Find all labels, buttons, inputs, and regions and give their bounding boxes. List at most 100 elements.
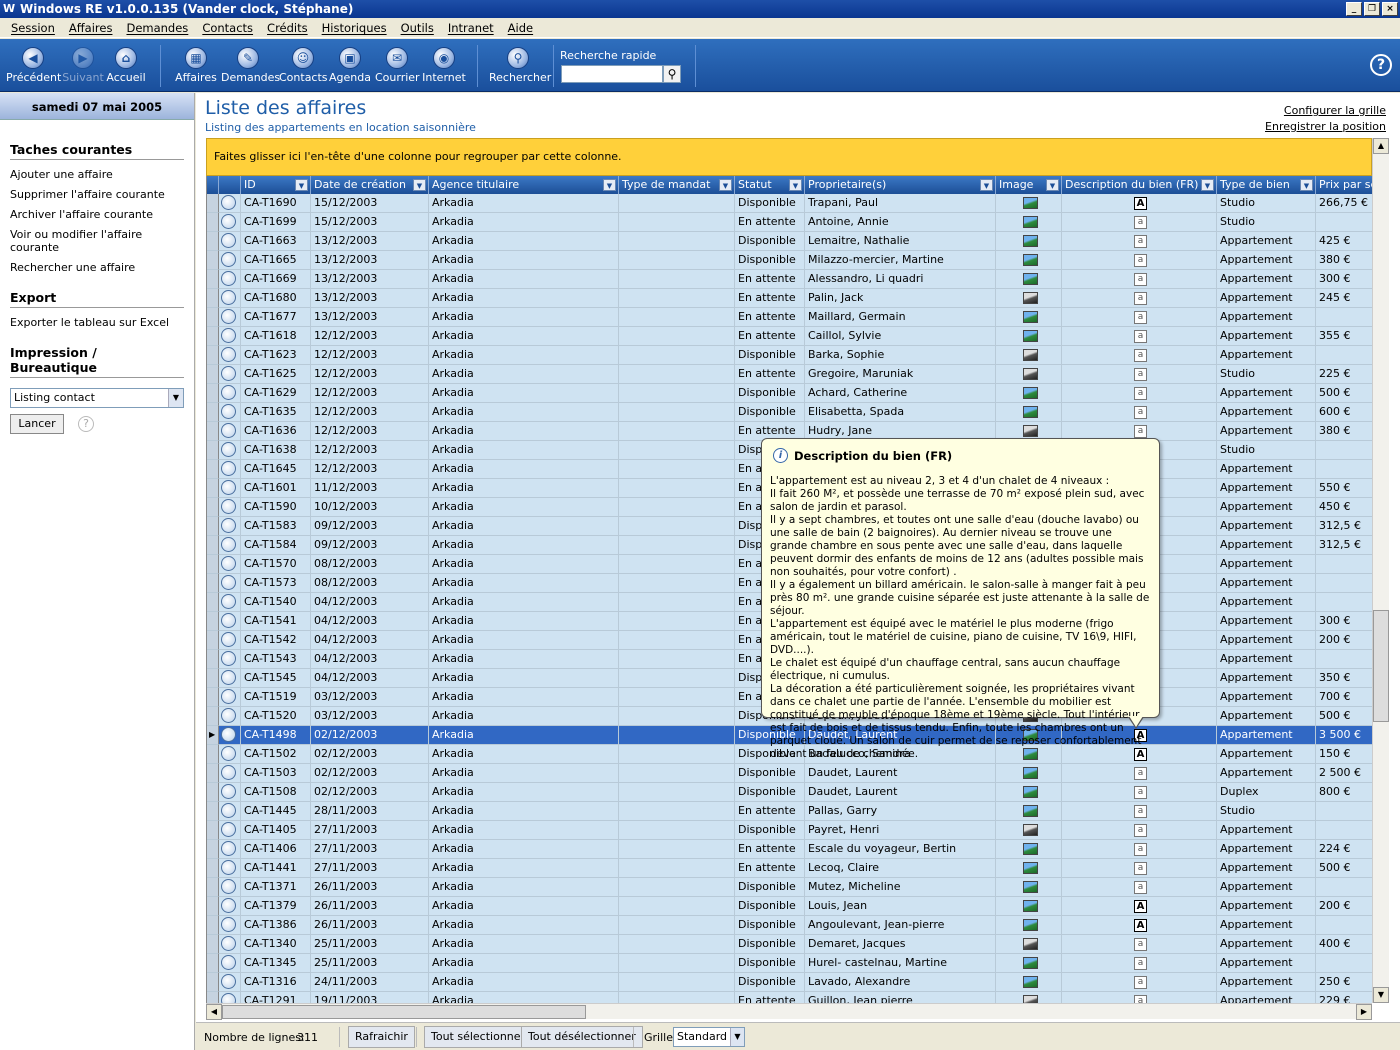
text-description-icon[interactable]: a <box>1134 881 1147 894</box>
column-filter-icon[interactable]: ▼ <box>413 179 426 191</box>
quick-search-button[interactable]: ⚲ <box>663 65 681 83</box>
text-description-icon[interactable]: a <box>1134 292 1147 305</box>
column-header[interactable]: Agence titulaire ▼ <box>429 176 619 194</box>
row-indicator[interactable] <box>207 479 219 498</box>
row-indicator[interactable] <box>207 403 219 422</box>
row-indicator[interactable] <box>207 802 219 821</box>
zoom-icon[interactable] <box>221 689 236 704</box>
row-zoom-cell[interactable] <box>219 821 241 840</box>
row-zoom-cell[interactable] <box>219 479 241 498</box>
row-indicator[interactable] <box>207 688 219 707</box>
export-excel-link[interactable]: Exporter le tableau sur Excel <box>10 316 184 329</box>
row-indicator[interactable] <box>207 232 219 251</box>
text-description-icon[interactable]: a <box>1134 767 1147 780</box>
text-description-icon[interactable]: a <box>1134 938 1147 951</box>
zoom-icon[interactable] <box>221 480 236 495</box>
row-indicator[interactable] <box>207 897 219 916</box>
zoom-icon[interactable] <box>221 765 236 780</box>
row-indicator[interactable] <box>207 840 219 859</box>
row-zoom-cell[interactable] <box>219 194 241 213</box>
zoom-icon[interactable] <box>221 537 236 552</box>
photo-icon[interactable] <box>1022 843 1038 855</box>
zoom-icon[interactable] <box>221 917 236 932</box>
text-description-icon[interactable]: a <box>1134 216 1147 229</box>
text-description-icon[interactable]: a <box>1134 330 1147 343</box>
select-all-button[interactable]: Tout sélectionner <box>424 1026 533 1048</box>
row-indicator[interactable] <box>207 498 219 517</box>
zoom-icon[interactable] <box>221 461 236 476</box>
menu-historiques[interactable]: Historiques <box>315 18 394 37</box>
photo-icon[interactable] <box>1022 976 1038 988</box>
table-row[interactable]: CA-T1677 13/12/2003 Arkadia En attente Maill… <box>207 308 1372 327</box>
row-zoom-cell[interactable] <box>219 764 241 783</box>
photo-icon[interactable] <box>1022 995 1038 1003</box>
row-indicator[interactable] <box>207 555 219 574</box>
zoom-icon[interactable] <box>221 936 236 951</box>
row-indicator[interactable] <box>207 213 219 232</box>
zoom-icon[interactable] <box>221 898 236 913</box>
zoom-icon[interactable] <box>221 651 236 666</box>
deselect-all-button[interactable]: Tout désélectionner <box>521 1026 643 1048</box>
table-row[interactable]: CA-T1665 13/12/2003 Arkadia Disponible Milaz… <box>207 251 1372 270</box>
text-description-icon[interactable]: A <box>1134 919 1147 932</box>
text-description-icon[interactable]: a <box>1134 843 1147 856</box>
row-indicator[interactable] <box>207 669 219 688</box>
row-zoom-cell[interactable] <box>219 232 241 251</box>
row-zoom-cell[interactable] <box>219 593 241 612</box>
row-indicator[interactable] <box>207 422 219 441</box>
agenda-button[interactable]: ▣ Agenda <box>329 39 371 92</box>
row-indicator[interactable] <box>207 612 219 631</box>
row-zoom-cell[interactable] <box>219 802 241 821</box>
row-indicator[interactable] <box>207 821 219 840</box>
table-row[interactable]: CA-T1699 15/12/2003 Arkadia En attente Antoi… <box>207 213 1372 232</box>
photo-icon[interactable] <box>1022 216 1038 228</box>
row-indicator[interactable] <box>207 365 219 384</box>
row-zoom-cell[interactable] <box>219 935 241 954</box>
configure-grid-link[interactable]: Configurer la grille <box>1284 104 1386 117</box>
table-row[interactable]: CA-T1340 25/11/2003 Arkadia Disponible Demar… <box>207 935 1372 954</box>
text-description-icon[interactable]: a <box>1134 311 1147 324</box>
table-row[interactable]: CA-T1345 25/11/2003 Arkadia Disponible Hurel… <box>207 954 1372 973</box>
row-zoom-cell[interactable] <box>219 897 241 916</box>
row-zoom-cell[interactable] <box>219 574 241 593</box>
zoom-icon[interactable] <box>221 632 236 647</box>
photo-icon[interactable] <box>1022 862 1038 874</box>
column-filter-icon[interactable]: ▼ <box>789 179 802 191</box>
row-indicator[interactable] <box>207 574 219 593</box>
row-zoom-cell[interactable] <box>219 289 241 308</box>
table-row[interactable]: CA-T1291 19/11/2003 Arkadia En attente Guill… <box>207 992 1372 1003</box>
zoom-icon[interactable] <box>221 442 236 457</box>
horizontal-scrollbar[interactable]: ◀ ▶ <box>206 1003 1372 1020</box>
column-header[interactable]: Proprietaire(s) ▼ <box>805 176 996 194</box>
text-description-icon[interactable]: a <box>1134 349 1147 362</box>
row-zoom-cell[interactable] <box>219 688 241 707</box>
row-indicator[interactable] <box>207 935 219 954</box>
photo-icon[interactable] <box>1022 767 1038 779</box>
table-row[interactable]: CA-T1680 13/12/2003 Arkadia En attente Palin… <box>207 289 1372 308</box>
restore-button[interactable]: ❐ <box>1364 2 1380 16</box>
zoom-icon[interactable] <box>221 309 236 324</box>
row-zoom-cell[interactable] <box>219 783 241 802</box>
row-zoom-cell[interactable] <box>219 916 241 935</box>
photo-icon[interactable] <box>1022 406 1038 418</box>
menu-outils[interactable]: Outils <box>394 18 441 37</box>
row-indicator[interactable] <box>207 916 219 935</box>
zoom-icon[interactable] <box>221 556 236 571</box>
zoom-column-header[interactable] <box>219 176 241 194</box>
text-description-icon[interactable]: a <box>1134 805 1147 818</box>
row-zoom-cell[interactable] <box>219 612 241 631</box>
print-template-select[interactable]: Listing contact ▼ <box>10 388 184 408</box>
row-zoom-cell[interactable] <box>219 973 241 992</box>
row-indicator[interactable] <box>207 745 219 764</box>
row-zoom-cell[interactable] <box>219 308 241 327</box>
row-indicator[interactable] <box>207 859 219 878</box>
column-header[interactable]: Statut ▼ <box>735 176 805 194</box>
row-zoom-cell[interactable] <box>219 327 241 346</box>
table-row[interactable]: CA-T1503 02/12/2003 Arkadia Disponible Daude… <box>207 764 1372 783</box>
scroll-up-icon[interactable]: ▲ <box>1373 138 1389 154</box>
column-filter-icon[interactable]: ▼ <box>1300 179 1313 191</box>
zoom-icon[interactable] <box>221 347 236 362</box>
row-zoom-cell[interactable] <box>219 745 241 764</box>
zoom-icon[interactable] <box>221 271 236 286</box>
courrier-button[interactable]: ✉ Courrier <box>375 39 420 92</box>
